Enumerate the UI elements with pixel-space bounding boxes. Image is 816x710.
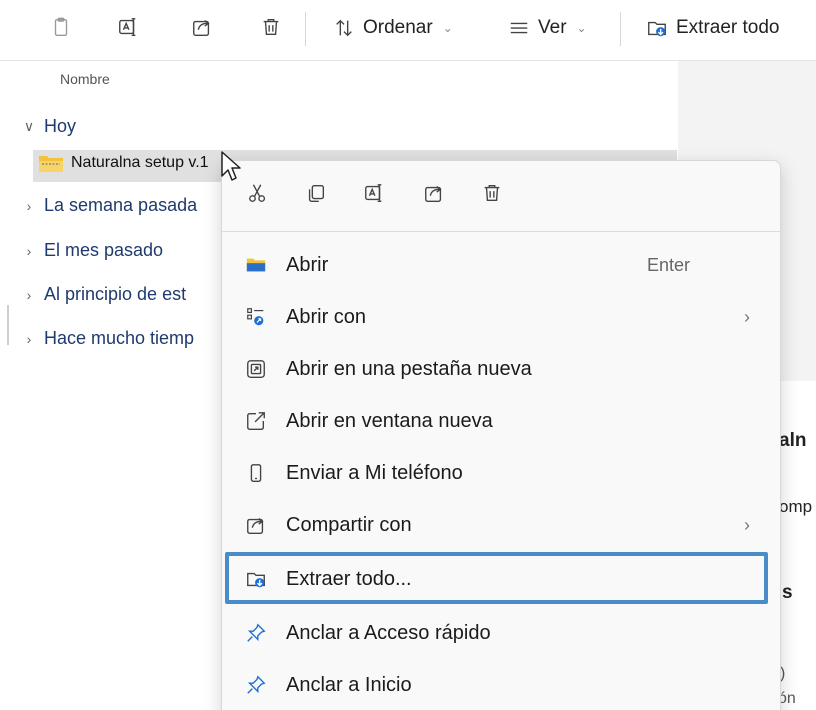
extract-icon [648, 21, 666, 37]
chevron-right-icon: › [744, 514, 750, 535]
highlight-box [225, 552, 768, 604]
shortcut-hint: Enter [646, 254, 690, 275]
context-quick-actions [222, 161, 780, 223]
mouse-cursor-icon [221, 151, 241, 181]
chevron-right-icon: › [26, 330, 32, 347]
context-divider [222, 231, 780, 232]
menu-item-pin-start[interactable]: Anclar a Inicio [222, 661, 780, 709]
group-label: La semana pasada [44, 195, 198, 215]
extract-all-label: Extraer todo [676, 17, 780, 38]
zip-folder-icon [39, 156, 63, 172]
copy-icon[interactable] [302, 179, 330, 207]
menu-item-label: Anclar a Acceso rápido [286, 621, 491, 644]
group-label: Hoy [44, 116, 77, 136]
menu-item-label: Abrir [286, 253, 329, 276]
chevron-down-icon: ∨ [23, 118, 35, 134]
menu-item-pin-quick-access[interactable]: Anclar a Acceso rápido [222, 609, 780, 657]
group-label: El mes pasado [44, 240, 164, 260]
rename-icon[interactable] [115, 14, 141, 40]
rename-icon[interactable] [360, 179, 388, 207]
group-long-ago[interactable]: › Hace mucho tiemp [22, 328, 194, 349]
new-window-icon [244, 409, 268, 433]
menu-item-label: Abrir en una pestaña nueva [286, 357, 532, 380]
pane-edge-mark [7, 305, 9, 345]
chevron-down-icon: ⌄ [576, 21, 587, 35]
sort-label: Ordenar [363, 17, 433, 38]
group-last-month[interactable]: › El mes pasado [22, 240, 163, 261]
pin-icon [244, 673, 268, 697]
menu-item-open-new-tab[interactable]: Abrir en una pestaña nueva [222, 345, 780, 393]
menu-item-label: Abrir con [286, 305, 367, 328]
sort-button[interactable]: Ordenar ⌄ [333, 14, 453, 42]
details-title-fragment: aln [779, 430, 807, 451]
group-label: Al principio de est [44, 284, 187, 304]
share-icon[interactable] [189, 14, 215, 40]
delete-icon[interactable] [258, 14, 284, 40]
details-heading-fragment: s [782, 582, 793, 603]
cut-icon[interactable] [244, 179, 272, 207]
menu-item-send-to-phone[interactable]: Enviar a Mi teléfono [222, 449, 780, 497]
view-icon [510, 22, 528, 34]
pin-icon [244, 621, 268, 645]
menu-item-open[interactable]: Abrir Enter [222, 241, 780, 289]
paste-icon[interactable] [48, 14, 74, 40]
sort-icon [336, 19, 352, 37]
context-menu: Abrir Enter Abrir con › Abrir en una pes… [221, 160, 781, 710]
menu-item-open-with[interactable]: Abrir con › [222, 293, 780, 341]
chevron-right-icon: › [26, 197, 32, 214]
command-bar: Ordenar ⌄ Ver ⌄ Extraer todo [0, 0, 816, 60]
menu-item-share-with[interactable]: Compartir con › [222, 501, 780, 549]
new-tab-icon [244, 357, 268, 381]
chevron-right-icon: › [26, 286, 32, 303]
chevron-right-icon: › [744, 306, 750, 327]
phone-icon [244, 461, 268, 485]
view-label: Ver [538, 17, 567, 38]
group-label: Hace mucho tiemp [44, 328, 195, 348]
menu-item-label: Compartir con [286, 513, 412, 536]
details-tab-fragment[interactable]: omp [779, 497, 812, 517]
share-icon[interactable] [420, 179, 448, 207]
column-header-name[interactable]: Nombre [60, 71, 110, 87]
menu-item-open-new-window[interactable]: Abrir en ventana nueva [222, 397, 780, 445]
extract-all-button[interactable]: Extraer todo [646, 14, 780, 42]
group-last-week[interactable]: › La semana pasada [22, 195, 197, 216]
toolbar-separator [620, 12, 621, 46]
file-name: Naturalna setup v.1 [71, 154, 209, 171]
group-today[interactable]: ∨ Hoy [22, 116, 76, 137]
view-button[interactable]: Ver ⌄ [508, 14, 587, 42]
delete-icon[interactable] [478, 179, 506, 207]
folder-icon [244, 253, 268, 277]
open-with-icon [244, 305, 268, 329]
menu-item-label: Anclar a Inicio [286, 673, 412, 696]
menu-item-label: Enviar a Mi teléfono [286, 461, 463, 484]
share-icon [244, 513, 268, 537]
menu-item-label: Abrir en ventana nueva [286, 409, 493, 432]
file-row-naturalna-setup[interactable]: Naturalna setup v.1 [38, 153, 209, 173]
chevron-down-icon: ⌄ [442, 21, 453, 35]
group-earlier-this-year[interactable]: › Al principio de est [22, 284, 186, 305]
chevron-right-icon: › [26, 242, 32, 259]
toolbar-separator [305, 12, 306, 46]
